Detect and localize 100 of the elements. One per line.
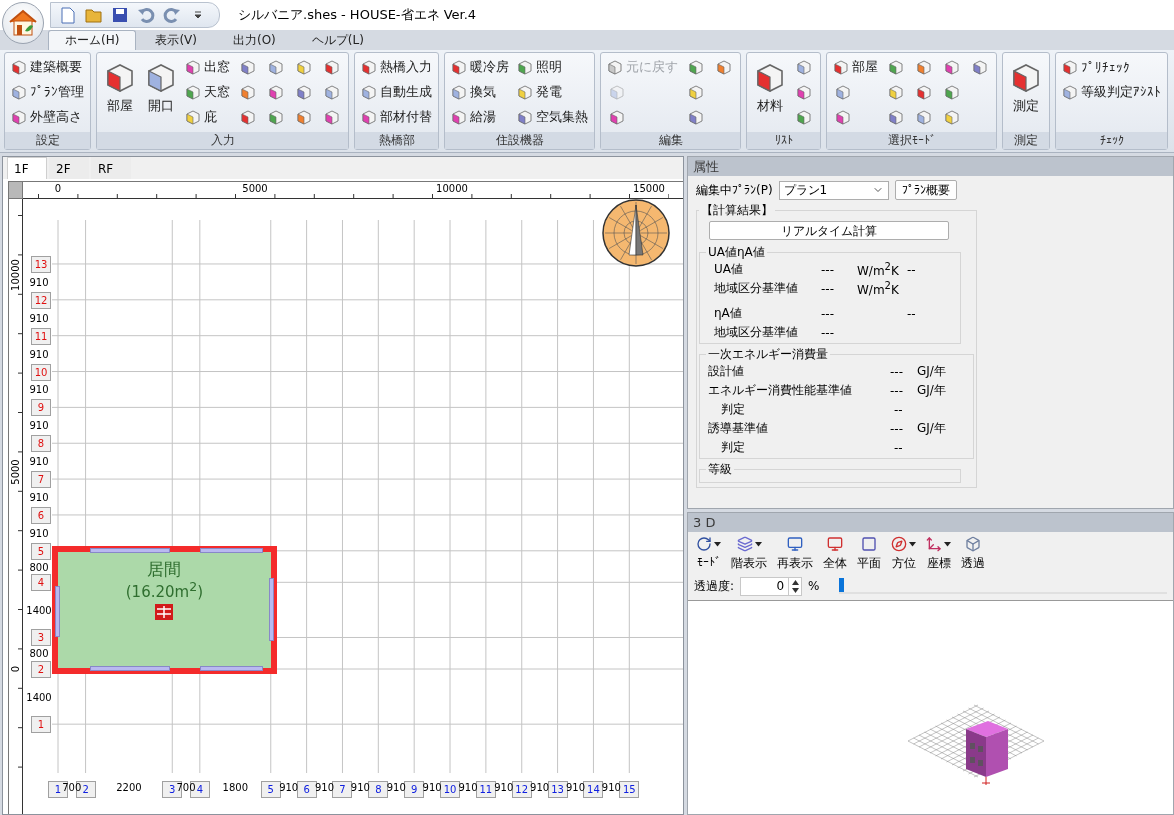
dimension-label: 910 (350, 781, 370, 793)
section-title: 【計算結果】 (700, 202, 774, 219)
box-icon (754, 61, 786, 93)
ribbon-button[interactable]: 庇 (183, 105, 232, 129)
box-icon (944, 84, 960, 100)
layers-icon (736, 536, 753, 552)
group-label: 入力 (97, 132, 348, 149)
result-label: 誘導基準値 (708, 420, 769, 437)
ribbon-button[interactable]: 給湯 (449, 105, 511, 129)
floor-tab[interactable]: RF (91, 157, 131, 179)
ribbon-button[interactable]: 開口 (142, 55, 180, 115)
ribbon-button[interactable]: 発電 (515, 80, 590, 104)
ribbon-button[interactable]: 換気 (449, 80, 511, 104)
ribbon-button[interactable]: ﾌﾟﾘﾁｪｯｸ (1060, 55, 1163, 79)
result-value: --- (890, 421, 904, 436)
box-icon (888, 109, 904, 125)
3d-view[interactable] (688, 600, 1173, 814)
floor-tab[interactable]: 1F (7, 157, 47, 179)
dimension-label: 910 (29, 491, 49, 503)
view-tool-button[interactable]: 階表示 (729, 536, 769, 574)
panel-title: 3 D (688, 513, 1173, 532)
plan-summary-button[interactable]: ﾌﾟﾗﾝ概要 (894, 180, 957, 200)
ribbon-button[interactable]: 空気集熱 (515, 105, 590, 129)
ribbon-button[interactable]: 部屋 (831, 55, 880, 79)
ribbon-button[interactable]: 測定 (1007, 55, 1045, 115)
ribbon-button[interactable]: 外壁高さ (9, 105, 86, 129)
view-tool-button[interactable]: 座標 (924, 536, 953, 574)
section-title: 等級 (707, 461, 733, 478)
view-tool-button[interactable]: 平面 (855, 536, 883, 574)
dimension-label: 800 (29, 561, 49, 573)
ribbon-button[interactable]: 暖冷房 (449, 55, 511, 79)
view-tool-button[interactable]: 再表示 (775, 536, 815, 574)
dimension-label: 910 (458, 781, 478, 793)
slider-thumb[interactable] (839, 578, 845, 592)
floor-plan-canvas[interactable]: 居間 (16.20m$^{2}$) 13 910 12 910 11 910 10 910 9 910 8 910 7 910 6 910 5 800 4 1400 3 800 2 1400 1 17002 2200 37004 1800 5 910 6 910 7 910 8 910 9 910 10 910 11 910 12 910 13 910 14 910 15 (23, 199, 683, 814)
box-icon (185, 109, 201, 125)
axes-icon (926, 536, 942, 552)
box-icon (517, 59, 533, 75)
opacity-slider[interactable] (839, 578, 1167, 594)
result-value: --- (821, 262, 835, 277)
ribbon-button[interactable]: ﾌﾟﾗﾝ管理 (9, 80, 86, 104)
row-marker: 7 (31, 471, 51, 489)
window-mark (199, 547, 263, 553)
dimension-label: 910 (494, 781, 514, 793)
ribbon-button[interactable]: 自動生成 (359, 80, 434, 104)
box-icon (609, 109, 625, 125)
ribbon-button[interactable]: 照明 (515, 55, 590, 79)
box-icon (833, 59, 849, 75)
box-icon (1062, 59, 1078, 75)
row-marker: 13 (31, 255, 51, 273)
room-floor[interactable]: 居間 (16.20m$^{2}$) (52, 545, 277, 674)
ribbon-button[interactable]: 天窓 (183, 80, 232, 104)
box-icon (104, 61, 136, 93)
group-label: 熱橋部 (355, 132, 438, 149)
result-value: --- (821, 306, 835, 321)
ribbon-button[interactable]: 等級判定ｱｼｽﾄ (1060, 80, 1163, 104)
view-tool-button[interactable]: 方位 (889, 536, 918, 574)
ribbon-button[interactable]: 熱橋入力 (359, 55, 434, 79)
calculate-button[interactable]: リアルタイム計算 (709, 221, 949, 240)
ribbon-tab[interactable]: ホーム(H) (48, 30, 137, 50)
dimension-label: 910 (29, 312, 49, 324)
box-icon (451, 109, 467, 125)
ribbon-button[interactable]: 部屋 (101, 55, 139, 115)
group-label: 選択ﾓｰﾄﾞ (827, 132, 996, 149)
box-icon (11, 109, 27, 125)
view-tool-button[interactable]: 全体 (821, 536, 849, 574)
view-tool-button[interactable]: 透過 (959, 536, 987, 574)
dimension-label: 910 (279, 781, 299, 793)
room-area: (16.20m$^{2}$) (125, 577, 203, 601)
dimension-label: 910 (530, 781, 550, 793)
dropdown-icon (194, 11, 202, 19)
box-icon (268, 109, 284, 125)
ribbon-button[interactable]: 材料 (751, 55, 789, 115)
ribbon-button[interactable]: 部材付替 (359, 105, 434, 129)
ribbon-tab[interactable]: ヘルプ(L) (294, 30, 381, 50)
ribbon-button[interactable]: 出窓 (183, 55, 232, 79)
result-judgement: -- (893, 402, 904, 417)
row-marker: 9 (31, 399, 51, 417)
view-tool-button[interactable]: ﾓｰﾄﾞ (694, 536, 723, 574)
unit-label: % (808, 579, 820, 593)
row-marker: 6 (31, 506, 51, 524)
compass-icon (891, 536, 907, 552)
ruler-label: 10000 (9, 259, 21, 291)
ribbon-tab[interactable]: 表示(V) (138, 30, 214, 50)
plan-select[interactable]: プラン1 (778, 180, 889, 200)
ruler-label: 0 (9, 665, 21, 673)
box-icon (517, 109, 533, 125)
ribbon-button[interactable]: 建築概要 (9, 55, 86, 79)
row-marker: 4 (31, 574, 51, 592)
opacity-spinner[interactable]: 0 (740, 576, 803, 596)
floor-tab[interactable]: 2F (49, 157, 89, 179)
down-arrow-icon (791, 587, 799, 593)
save-icon (112, 7, 128, 23)
box-icon (268, 59, 284, 75)
box-icon (916, 109, 932, 125)
dimension-label: 2200 (116, 781, 142, 793)
ribbon-tab[interactable]: 出力(O) (215, 30, 293, 50)
box-icon (296, 84, 312, 100)
cube-icon (965, 536, 981, 552)
group-label: ﾁｪｯｸ (1056, 132, 1167, 149)
